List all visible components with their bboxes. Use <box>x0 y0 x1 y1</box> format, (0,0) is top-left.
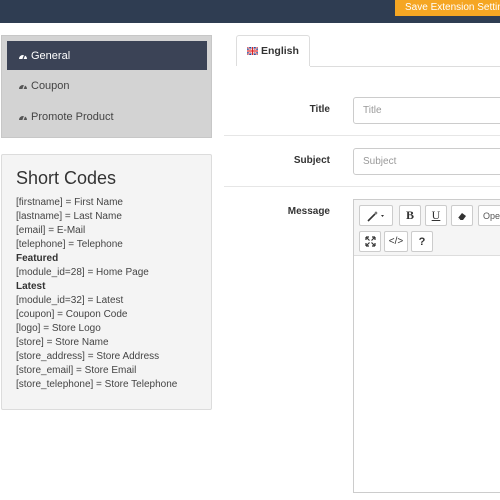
editor-content-area[interactable] <box>354 257 500 492</box>
nav-item-general[interactable]: General <box>7 41 207 70</box>
font-name-dropdown[interactable]: Ope <box>478 205 500 226</box>
short-code-line: [store_telephone] = Store Telephone <box>16 379 178 390</box>
short-code-line: [coupon] = Coupon Code <box>16 309 128 320</box>
clear-format-button[interactable] <box>451 205 473 226</box>
tab-english[interactable]: English <box>236 35 310 66</box>
nav-item-coupon[interactable]: Coupon <box>7 71 207 100</box>
nav-item-label: Promote Product <box>31 110 114 123</box>
message-editor: B U Ope </> ? <box>353 199 500 493</box>
fullscreen-button[interactable] <box>359 231 381 252</box>
magic-style-button[interactable] <box>359 205 393 226</box>
codeview-button[interactable]: </> <box>384 231 408 252</box>
row-divider <box>224 186 500 187</box>
short-code-line: [module_id=28] = Home Page <box>16 267 149 278</box>
row-divider <box>224 135 500 136</box>
tab-divider <box>310 66 500 67</box>
short-code-line: [module_id=32] = Latest <box>16 295 124 306</box>
short-codes-panel: Short Codes [firstname] = First Name [la… <box>1 154 212 410</box>
title-input[interactable] <box>353 97 500 124</box>
short-code-line: [store_email] = Store Email <box>16 365 137 376</box>
message-label: Message <box>287 206 330 217</box>
short-code-line: [email] = E-Mail <box>16 225 86 236</box>
nav-item-label: General <box>31 49 71 62</box>
short-code-section-header: Latest <box>16 281 46 292</box>
magic-wand-icon <box>367 210 384 222</box>
eraser-icon <box>457 212 466 220</box>
subject-label: Subject <box>293 155 330 166</box>
short-code-section-header: Featured <box>16 253 59 264</box>
settings-nav: General Coupon Promote Product <box>1 35 212 138</box>
save-extension-settings-button[interactable]: Save Extension Settings <box>395 0 500 16</box>
short-code-line: [lastname] = Last Name <box>16 211 122 222</box>
short-code-line: [telephone] = Telephone <box>16 239 123 250</box>
dashboard-icon <box>19 53 27 60</box>
short-code-line: [firstname] = First Name <box>16 197 123 208</box>
bold-button[interactable]: B <box>399 205 421 226</box>
help-button[interactable]: ? <box>411 231 433 252</box>
title-label: Title <box>309 104 330 115</box>
editor-toolbar: B U Ope </> ? <box>354 200 500 256</box>
dashboard-icon <box>19 83 27 90</box>
underline-button[interactable]: U <box>425 205 447 226</box>
subject-input[interactable] <box>353 148 500 175</box>
expand-icon <box>364 236 376 247</box>
nav-item-label: Coupon <box>31 79 70 92</box>
uk-flag-icon <box>247 47 258 55</box>
tab-label: English <box>261 45 299 57</box>
short-code-line: [logo] = Store Logo <box>16 323 101 334</box>
nav-item-promote-product[interactable]: Promote Product <box>7 102 207 131</box>
dashboard-icon <box>19 114 27 121</box>
short-code-line: [store_address] = Store Address <box>16 351 160 362</box>
short-codes-list: [firstname] = First Name [lastname] = La… <box>16 196 177 392</box>
short-codes-title: Short Codes <box>16 168 117 188</box>
short-code-line: [store] = Store Name <box>16 337 109 348</box>
